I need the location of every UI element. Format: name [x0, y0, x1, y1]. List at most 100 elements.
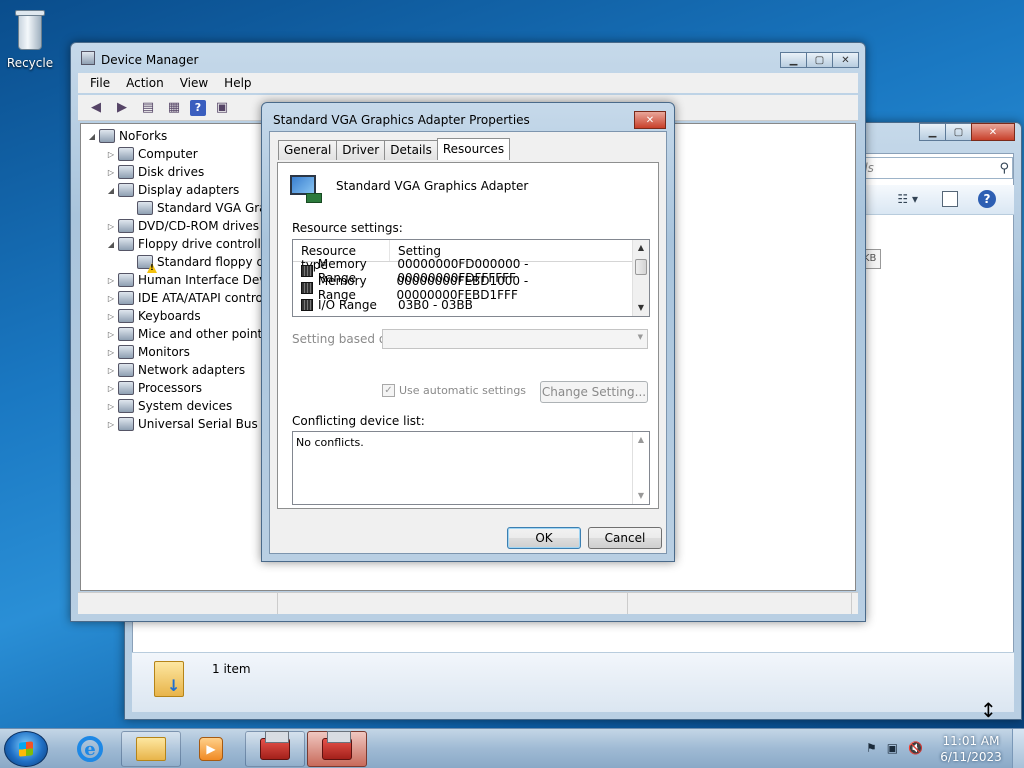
preview-pane-icon[interactable]: [942, 191, 958, 207]
search-icon[interactable]: ⚲: [999, 161, 1009, 176]
taskbar-properties-dialog[interactable]: [307, 731, 367, 767]
collapse-arrow-icon[interactable]: ◢: [106, 240, 116, 249]
scroll-up-icon[interactable]: ▲: [633, 432, 649, 448]
cancel-button[interactable]: Cancel: [588, 527, 662, 549]
start-button[interactable]: [4, 731, 48, 767]
device-category-icon: [118, 345, 134, 359]
folder-icon: ↓: [154, 661, 184, 697]
properties-dialog[interactable]: Standard VGA Graphics Adapter Properties…: [261, 102, 675, 562]
tab-driver[interactable]: Driver: [336, 140, 386, 160]
change-setting-button[interactable]: Change Setting...: [540, 381, 648, 403]
maximize-button[interactable]: ▢: [806, 52, 833, 68]
tree-item[interactable]: ▷ Processors: [106, 379, 202, 397]
taskbar-device-manager[interactable]: [245, 731, 305, 767]
setting-based-on-select[interactable]: [382, 329, 648, 349]
scroll-up-icon[interactable]: ▲: [633, 240, 649, 256]
folder-icon: [136, 737, 166, 761]
table-row[interactable]: Memory Range 00000000FEBD1000 - 00000000…: [293, 274, 649, 302]
conflict-list-scrollbar[interactable]: ▲ ▼: [632, 432, 649, 504]
tree-item-label: Universal Serial Bus co: [138, 417, 276, 431]
tree-item[interactable]: Standard floppy dis: [125, 253, 274, 271]
tree-item[interactable]: ▷ IDE ATA/ATAPI contro: [106, 289, 263, 307]
action-center-flag-icon[interactable]: ⚑: [866, 741, 877, 755]
expand-arrow-icon[interactable]: ▷: [106, 222, 116, 231]
use-automatic-settings-checkbox[interactable]: ✓ Use automatic settings: [382, 384, 526, 397]
tree-item[interactable]: ▷ Universal Serial Bus co: [106, 415, 276, 433]
taskbar-media-player[interactable]: ▶: [181, 731, 241, 767]
expand-arrow-icon[interactable]: ▷: [106, 276, 116, 285]
network-icon[interactable]: ▣: [887, 741, 898, 755]
volume-muted-icon[interactable]: 🔇: [908, 741, 923, 755]
expand-arrow-icon[interactable]: ▷: [106, 168, 116, 177]
clock[interactable]: 11:01 AM 6/11/2023: [934, 733, 1008, 765]
scan-icon[interactable]: ▣: [212, 99, 232, 117]
menu-help[interactable]: Help: [216, 76, 259, 90]
scroll-thumb[interactable]: [635, 259, 647, 275]
help-icon[interactable]: ?: [978, 190, 996, 208]
tab-details[interactable]: Details: [384, 140, 438, 160]
properties-icon[interactable]: ▦: [164, 99, 184, 117]
close-button[interactable]: ✕: [832, 52, 859, 68]
status-bar: [78, 592, 858, 614]
recycle-bin-desktop-icon[interactable]: Recycle: [0, 4, 60, 70]
expand-arrow-icon[interactable]: ▷: [106, 294, 116, 303]
tree-item[interactable]: ▷ Computer: [106, 145, 198, 163]
dialog-close-button[interactable]: ✕: [634, 111, 666, 129]
tree-item[interactable]: ◢ Display adapters: [106, 181, 239, 199]
expand-arrow-icon[interactable]: ▷: [106, 330, 116, 339]
resource-list-scrollbar[interactable]: ▲ ▼: [632, 240, 649, 316]
no-conflicts-text: No conflicts.: [296, 436, 364, 449]
system-tray: ⚑ ▣ 🔇: [866, 741, 923, 755]
expand-arrow-icon[interactable]: ▷: [106, 150, 116, 159]
tree-item[interactable]: ▷ Monitors: [106, 343, 190, 361]
show-desktop-button[interactable]: [1012, 729, 1024, 768]
tree-item-label: Standard floppy dis: [157, 255, 274, 269]
expand-arrow-icon[interactable]: ▷: [106, 312, 116, 321]
menu-file[interactable]: File: [82, 76, 118, 90]
forward-arrow-icon[interactable]: ▶: [112, 99, 132, 117]
expand-arrow-icon[interactable]: ▷: [106, 402, 116, 411]
maximize-button[interactable]: ▢: [945, 123, 972, 141]
scroll-down-icon[interactable]: ▼: [633, 300, 649, 316]
tree-item[interactable]: Standard VGA Grap: [125, 199, 274, 217]
help-icon[interactable]: ?: [190, 99, 206, 116]
view-options-icon[interactable]: ☷ ▾: [897, 192, 918, 206]
expand-arrow-icon[interactable]: ▷: [106, 420, 116, 429]
expand-arrow-icon[interactable]: ▷: [106, 348, 116, 357]
details-pane: ↓ 1 item: [132, 652, 1014, 712]
collapse-arrow-icon[interactable]: ◢: [87, 132, 97, 141]
show-hide-tree-icon[interactable]: ▤: [138, 99, 158, 117]
taskbar-internet-explorer[interactable]: e: [60, 731, 120, 767]
tree-item[interactable]: ▷ DVD/CD-ROM drives: [106, 217, 259, 235]
device-category-icon: [118, 183, 134, 197]
recycle-bin-icon: [13, 8, 47, 52]
conflicting-device-list[interactable]: No conflicts. ▲ ▼: [292, 431, 650, 505]
back-arrow-icon[interactable]: ◀: [86, 99, 106, 117]
tree-item[interactable]: ▷ Network adapters: [106, 361, 245, 379]
search-input[interactable]: ds: [853, 157, 1013, 179]
expand-arrow-icon[interactable]: ▷: [106, 366, 116, 375]
menu-action[interactable]: Action: [118, 76, 172, 90]
tree-item[interactable]: ▷ Human Interface Devic: [106, 271, 276, 289]
scroll-down-icon[interactable]: ▼: [633, 488, 649, 504]
minimize-button[interactable]: ▁: [780, 52, 807, 68]
device-category-icon: [118, 327, 134, 341]
close-button[interactable]: ✕: [971, 123, 1015, 141]
taskbar-explorer[interactable]: [121, 731, 181, 767]
resource-list[interactable]: Resource type Setting Memory Range 00000…: [292, 239, 650, 317]
tree-item[interactable]: ▷ Keyboards: [106, 307, 201, 325]
menu-view[interactable]: View: [172, 76, 216, 90]
tree-item[interactable]: ▷ System devices: [106, 397, 232, 415]
tree-item[interactable]: ◢ Floppy drive controller: [106, 235, 273, 253]
tree-item[interactable]: ▷ Disk drives: [106, 163, 204, 181]
expand-arrow-icon[interactable]: ▷: [106, 384, 116, 393]
use-automatic-settings-label: Use automatic settings: [399, 384, 527, 397]
tab-general[interactable]: General: [278, 140, 338, 160]
collapse-arrow-icon[interactable]: ◢: [106, 186, 116, 195]
tree-root[interactable]: ◢ NoForks: [87, 127, 167, 145]
minimize-button[interactable]: ▁: [919, 123, 946, 141]
ok-button[interactable]: OK: [507, 527, 581, 549]
tree-item[interactable]: ▷ Mice and other pointin: [106, 325, 273, 343]
tab-resources[interactable]: Resources: [436, 138, 511, 160]
recycle-bin-label: Recycle: [6, 56, 54, 70]
